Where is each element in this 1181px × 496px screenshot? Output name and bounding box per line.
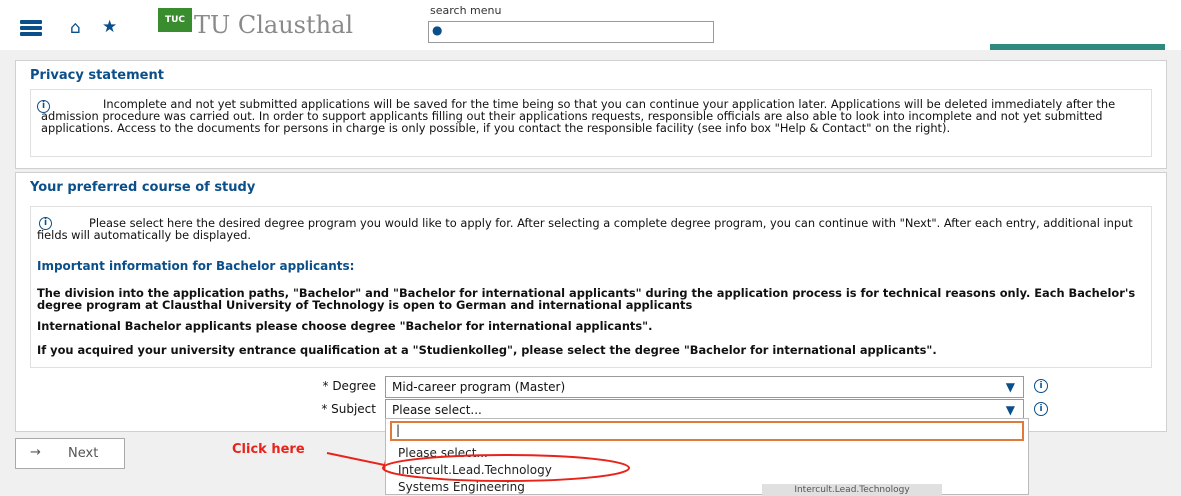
subject-label: * Subject xyxy=(321,402,376,416)
privacy-text: Incomplete and not yet submitted applica… xyxy=(41,97,1116,135)
bachelor-info-para: The division into the application paths,… xyxy=(37,286,1136,312)
next-button[interactable]: → Next xyxy=(15,438,125,469)
next-label: Next xyxy=(68,446,99,461)
privacy-title: Privacy statement xyxy=(30,68,164,83)
menu-icon[interactable] xyxy=(20,20,42,36)
degree-select[interactable]: Mid-career program (Master) ▼ xyxy=(385,376,1024,398)
chevron-down-icon: ▼ xyxy=(1005,403,1015,417)
privacy-info-box: i Incomplete and not yet submitted appli… xyxy=(30,89,1152,157)
top-bar: ⌂ ★ TUC TU Clausthal search menu ● xyxy=(0,0,1181,50)
dropdown-search-input[interactable]: | xyxy=(390,421,1024,441)
degree-label: * Degree xyxy=(322,379,377,393)
logo-badge: TUC xyxy=(158,8,192,32)
subject-value: Please select... xyxy=(392,403,482,417)
course-title: Your preferred course of study xyxy=(30,180,256,195)
privacy-panel: Privacy statement i Incomplete and not y… xyxy=(15,60,1167,169)
subject-info-icon[interactable]: i xyxy=(1034,402,1048,416)
teal-button[interactable] xyxy=(990,44,1165,50)
degree-info-icon[interactable]: i xyxy=(1034,379,1048,393)
important-heading: Important information for Bachelor appli… xyxy=(37,259,355,273)
search-label: search menu xyxy=(430,4,502,17)
degree-value: Mid-career program (Master) xyxy=(392,380,566,394)
studienkolleg-info-para: If you acquired your university entrance… xyxy=(37,343,937,357)
course-info-box: i Please select here the desired degree … xyxy=(30,206,1152,368)
star-icon[interactable]: ★ xyxy=(102,17,117,37)
highlight-ellipse xyxy=(382,454,630,482)
home-icon[interactable]: ⌂ xyxy=(70,19,90,37)
arrow-right-icon: → xyxy=(30,445,41,460)
click-here-annotation: Click here xyxy=(232,442,305,457)
search-input[interactable] xyxy=(428,21,714,43)
chevron-down-icon: ▼ xyxy=(1005,380,1015,394)
logo-text: TU Clausthal xyxy=(194,11,354,39)
course-intro: Please select here the desired degree pr… xyxy=(37,216,1133,242)
international-info-para: International Bachelor applicants please… xyxy=(37,319,653,333)
tooltip: Intercult.Lead.Technology xyxy=(762,484,942,496)
search-icon: ● xyxy=(432,23,443,37)
